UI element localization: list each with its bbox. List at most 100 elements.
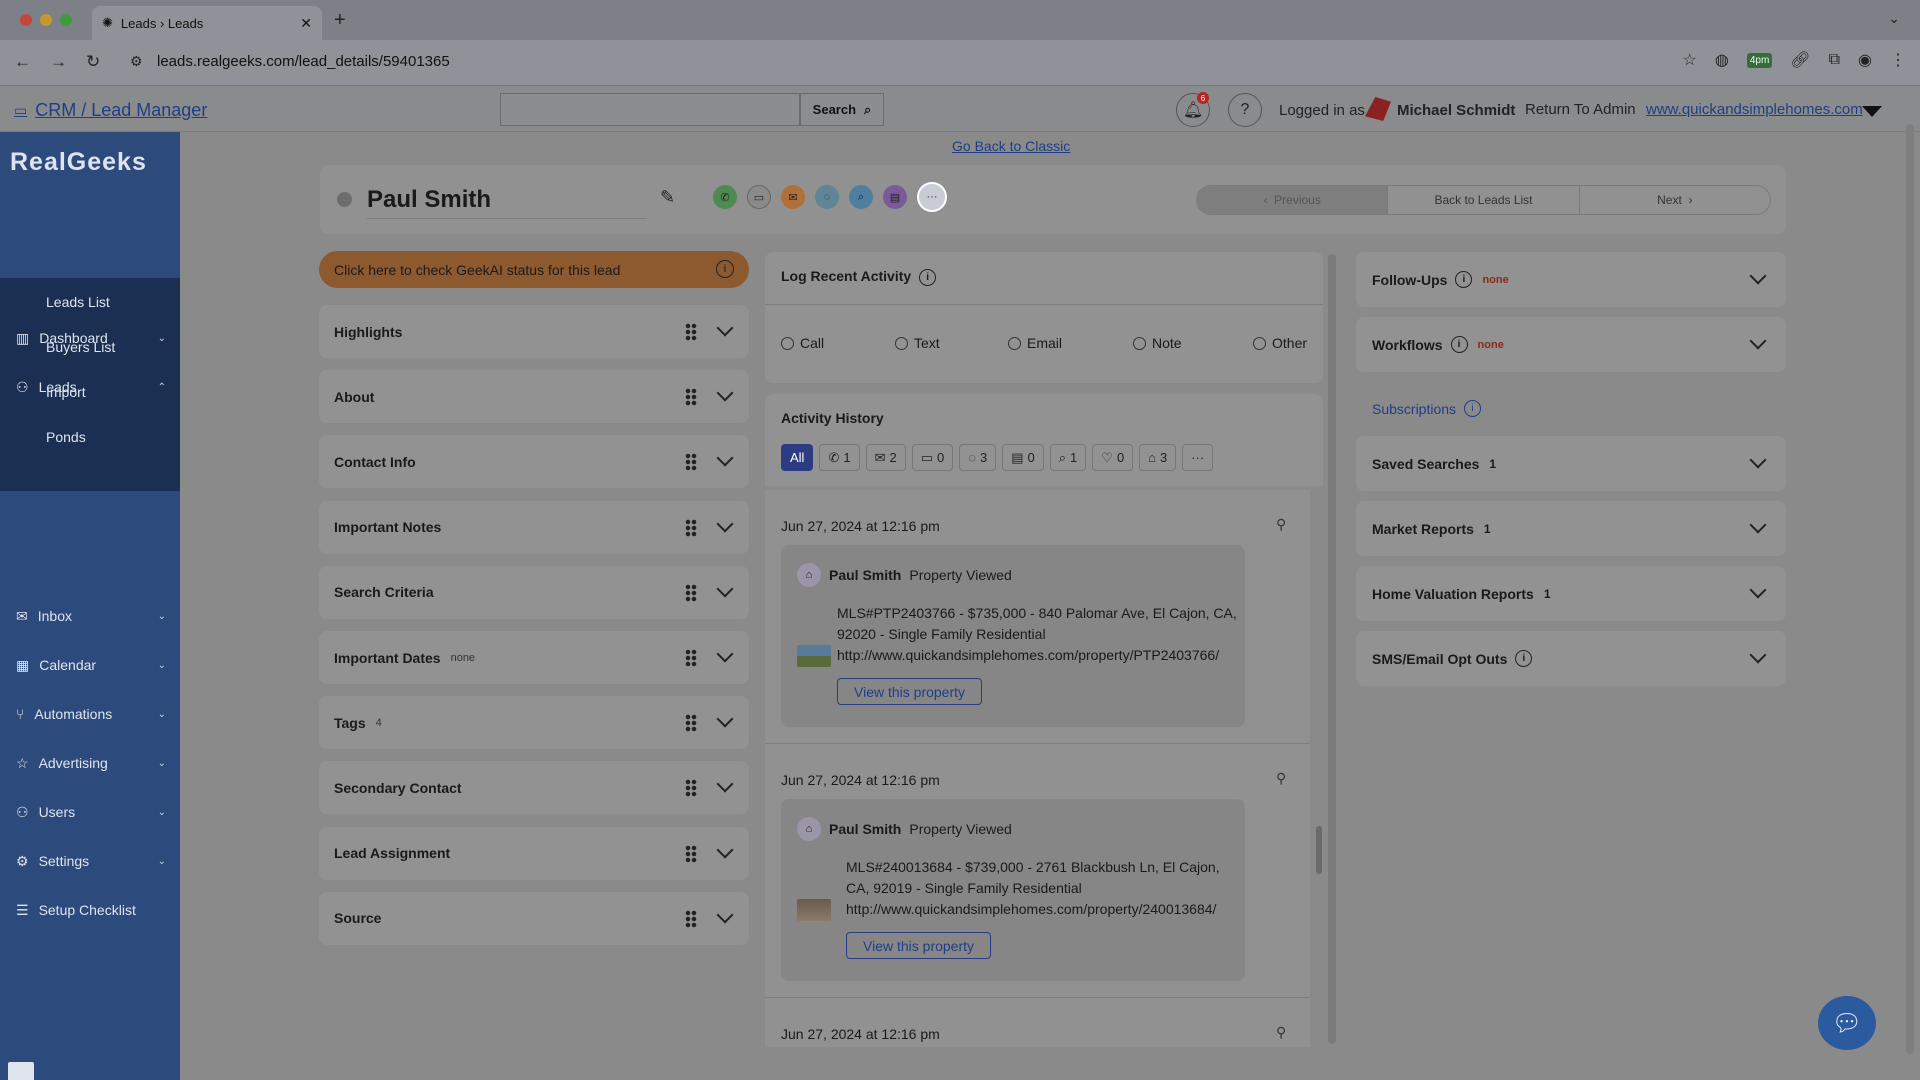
return-to-admin-link[interactable]: Return To Admin (1525, 101, 1636, 118)
filter-note[interactable]: ▤ 0 (1002, 444, 1044, 471)
panel-search-criteria[interactable]: Search Criteria (319, 565, 749, 619)
edit-pencil-icon[interactable]: ✎ (660, 187, 675, 208)
info-icon[interactable]: i (1450, 336, 1468, 353)
back-to-leads-list-button[interactable]: Back to Leads List (1388, 186, 1580, 214)
document-icon[interactable]: ▤ (883, 185, 907, 209)
radio-circle-icon[interactable] (1008, 336, 1021, 350)
radio-circle-icon[interactable] (1133, 336, 1146, 350)
more-actions-icon[interactable]: ··· (917, 182, 947, 212)
activity-lead-name[interactable]: Paul Smith (829, 567, 901, 583)
filter-more[interactable]: ··· (1182, 444, 1214, 471)
chevron-down-icon[interactable] (1749, 646, 1767, 664)
profile-avatar-icon[interactable]: ◉ (1858, 50, 1872, 70)
panel-source[interactable]: Source (319, 891, 749, 945)
chat-support-icon[interactable]: 💬︎ (1818, 996, 1876, 1050)
url-bar[interactable]: leads.realgeeks.com/lead_details/5940136… (157, 53, 450, 70)
panel-follow-ups[interactable]: Follow-Ups i none (1356, 252, 1786, 307)
filter-email[interactable]: ✉ 2 (865, 444, 906, 471)
minimize-window-icon[interactable] (40, 14, 52, 26)
sidebar-item-advertising[interactable]: ☆ Advertising ⌄ (0, 743, 180, 783)
drag-handle-icon[interactable] (685, 453, 697, 472)
back-icon[interactable]: ← (14, 52, 31, 72)
feed-scroll-thumb[interactable] (1316, 826, 1322, 874)
site-settings-icon[interactable]: ⚙ (130, 53, 143, 70)
info-icon[interactable]: i (716, 260, 734, 278)
chevron-down-icon[interactable] (716, 906, 734, 924)
chevron-down-icon[interactable] (716, 645, 734, 663)
help-icon[interactable]: ? (1228, 93, 1262, 127)
drag-handle-icon[interactable] (685, 323, 697, 341)
browser-tab[interactable]: ✺ Leads › Leads ✕ (92, 6, 322, 40)
search-input[interactable] (500, 93, 800, 126)
chevron-down-icon[interactable] (716, 449, 734, 467)
search-lead-icon[interactable]: ⌕ (849, 185, 873, 209)
info-icon[interactable]: i (1464, 400, 1482, 417)
window-controls[interactable] (20, 14, 72, 26)
drag-handle-icon[interactable] (685, 909, 697, 928)
text-message-icon[interactable]: ▭ (747, 185, 771, 209)
filter-phone[interactable]: ✆ 1 (819, 444, 860, 471)
feed-scrollbar[interactable] (1328, 254, 1336, 1044)
filter-heart[interactable]: ♡ 0 (1092, 444, 1134, 471)
chevron-down-icon[interactable] (716, 384, 734, 402)
property-thumbnail[interactable] (797, 899, 831, 921)
chevron-down-icon[interactable] (1749, 581, 1767, 599)
panel-about[interactable]: About (319, 370, 749, 424)
panel-market-reports[interactable]: Market Reports 1 (1356, 501, 1786, 556)
chevron-down-icon[interactable] (1749, 516, 1767, 534)
sidebar-item-ponds[interactable]: Ponds (46, 429, 86, 445)
drag-handle-icon[interactable] (685, 649, 697, 667)
panel-contact-info[interactable]: Contact Info (319, 435, 749, 489)
email-icon[interactable]: ✉ (781, 185, 805, 209)
sidebar-item-inbox[interactable]: ✉ Inbox ⌄ (0, 596, 180, 636)
bookmark-star-icon[interactable]: ☆ (1683, 50, 1697, 70)
close-window-icon[interactable] (20, 14, 32, 26)
pin-icon[interactable]: ⚲ (1276, 516, 1286, 533)
sidebar-item-calendar[interactable]: ▦ Calendar ⌄ (0, 645, 180, 685)
radio-note[interactable]: Note (1133, 335, 1182, 351)
info-icon[interactable]: i (1515, 650, 1533, 667)
sidebar-item-users[interactable]: ⚇ Users ⌄ (0, 792, 180, 832)
chevron-down-icon[interactable] (1749, 451, 1767, 469)
link-icon[interactable]: 🔗︎ (1790, 50, 1810, 70)
extension-icon[interactable]: ◍ (1715, 50, 1729, 70)
website-link[interactable]: www.quickandsimplehomes.com (1646, 101, 1863, 118)
search-button[interactable]: Search ⌕ (800, 93, 884, 126)
chevron-down-icon[interactable] (716, 319, 734, 337)
drag-handle-icon[interactable] (685, 714, 697, 733)
info-icon[interactable]: i (919, 268, 937, 286)
chevron-down-icon[interactable] (716, 841, 734, 859)
pin-icon[interactable]: ⚲ (1276, 770, 1286, 787)
panel-secondary-contact[interactable]: Secondary Contact (319, 761, 749, 815)
account-dropdown-icon[interactable] (1862, 106, 1882, 117)
next-lead-button[interactable]: Next › (1580, 186, 1770, 214)
activity-lead-name[interactable]: Paul Smith (829, 821, 901, 837)
chevron-down-icon[interactable] (1749, 267, 1767, 285)
extension-calendar-icon[interactable]: 4pm (1746, 52, 1773, 68)
panel-highlights[interactable]: Highlights (319, 305, 749, 358)
go-back-classic-link[interactable]: Go Back to Classic (952, 138, 1070, 154)
filter-search[interactable]: ⌕ 1 (1049, 444, 1087, 471)
maximize-window-icon[interactable] (60, 14, 72, 26)
drag-handle-icon[interactable] (685, 779, 697, 798)
view-property-button[interactable]: View this property (837, 678, 983, 705)
tab-close-icon[interactable]: ✕ (300, 15, 312, 32)
notifications-bell-icon[interactable]: 🔔︎ 6 (1176, 92, 1210, 127)
drag-handle-icon[interactable] (685, 388, 697, 407)
sidebar-item-automations[interactable]: ⑂ Automations ⌄ (0, 694, 180, 734)
panel-lead-assignment[interactable]: Lead Assignment (319, 826, 749, 880)
radio-other[interactable]: Other (1253, 335, 1307, 351)
radio-email[interactable]: Email (1008, 335, 1062, 351)
sidebar-collapse-button[interactable] (8, 1062, 34, 1080)
chevron-down-icon[interactable] (716, 515, 734, 533)
lead-status-dot[interactable] (337, 192, 352, 207)
info-icon[interactable]: i (1455, 271, 1473, 288)
crm-link[interactable]: ▭ CRM / Lead Manager (14, 100, 207, 121)
drag-handle-icon[interactable] (685, 844, 697, 863)
view-property-button[interactable]: View this property (846, 932, 992, 959)
chevron-down-icon[interactable] (716, 775, 734, 793)
tab-menu-icon[interactable]: ⌄ (1888, 10, 1900, 27)
panel-saved-searches[interactable]: Saved Searches 1 (1356, 436, 1786, 491)
drag-handle-icon[interactable] (685, 518, 697, 537)
panel-home-valuation-reports[interactable]: Home Valuation Reports 1 (1356, 566, 1786, 621)
